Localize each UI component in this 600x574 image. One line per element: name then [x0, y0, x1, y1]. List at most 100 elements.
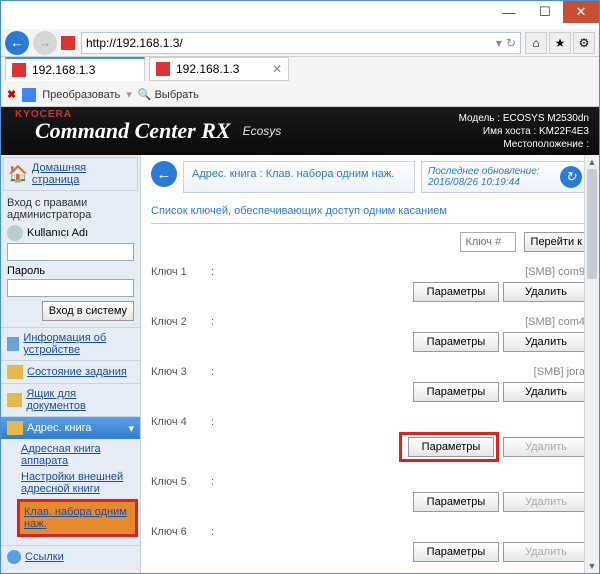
key-label: Ключ 5 — [151, 476, 211, 488]
user-icon — [7, 225, 23, 241]
page-header: KYOCERA Command Center RX Ecosys Модель … — [1, 107, 599, 155]
sidebar-item-label: Информация об устройстве — [23, 332, 134, 356]
sidebar-item-links[interactable]: Ссылки — [1, 545, 140, 568]
login-button[interactable]: Вход в систему — [42, 301, 134, 321]
sidebar-item-doc-box[interactable]: Ящик для документов — [1, 383, 140, 416]
key-action-row: ПараметрыУдалить — [151, 280, 589, 312]
browser-forward-button[interactable]: → — [33, 31, 57, 55]
subnav-onetouch-highlight: Клав. набора одним наж. — [17, 499, 138, 537]
window-close-button[interactable]: ✕ — [563, 1, 599, 23]
params-button[interactable]: Параметры — [413, 542, 499, 562]
tab-close-icon[interactable]: ✕ — [272, 62, 282, 76]
list-title: Список ключей, обеспечивающих доступ одн… — [151, 201, 589, 224]
key-value: [SMB] com9 — [221, 266, 589, 278]
key-value: [SMB] com4 — [221, 316, 589, 328]
subnav-onetouch-keys[interactable]: Клав. набора одним наж. — [24, 504, 131, 532]
password-input[interactable] — [7, 279, 134, 297]
password-label: Пароль — [7, 265, 45, 277]
key-label: Ключ 2 — [151, 316, 211, 328]
toolbar-select-link[interactable]: 🔍 Выбрать — [138, 88, 199, 101]
address-bar-text: http://192.168.1.3/ — [86, 36, 183, 50]
sidebar-item-label: Ящик для документов — [26, 388, 134, 412]
browser-home-button[interactable]: ⌂ — [525, 32, 547, 54]
goto-row: Перейти к — [151, 232, 589, 252]
delete-button[interactable]: Удалить — [503, 282, 589, 302]
address-bar[interactable]: http://192.168.1.3/ ▾ ↻ — [81, 32, 521, 54]
device-info-icon — [7, 337, 19, 351]
subnav-machine-addrbook[interactable]: Адресная книга аппарата — [21, 441, 134, 469]
key-value: [SMB] jora — [221, 366, 589, 378]
browser-toolbar: ✖ Преобразовать ▾ 🔍 Выбрать — [1, 83, 599, 107]
key-number-input[interactable] — [460, 232, 516, 252]
toolbar-stop-icon[interactable]: ✖ — [7, 88, 16, 101]
params-button[interactable]: Параметры — [413, 282, 499, 302]
device-info: Модель : ECOSYS M2530dn Имя хоста : KM22… — [459, 112, 589, 151]
main-scrollbar[interactable]: ▲ ▼ — [584, 155, 599, 573]
params-button[interactable]: Параметры — [408, 437, 494, 457]
key-row: Ключ 3:[SMB] jora — [151, 362, 589, 380]
sidebar: 🏠 Домашняя страница Вход с правами админ… — [1, 155, 141, 573]
browser-back-button[interactable]: ← — [5, 31, 29, 55]
page-back-button[interactable]: ← — [151, 161, 177, 187]
job-status-icon — [7, 365, 23, 379]
key-label: Ключ 1 — [151, 266, 211, 278]
window-minimize-button[interactable]: — — [491, 1, 527, 23]
params-button[interactable]: Параметры — [413, 492, 499, 512]
scroll-up-icon[interactable]: ▲ — [585, 155, 599, 169]
goto-button[interactable]: Перейти к — [524, 232, 589, 252]
browser-favorites-button[interactable]: ★ — [549, 32, 571, 54]
key-row: Ключ 2:[SMB] com4 — [151, 312, 589, 330]
sidebar-item-device-info[interactable]: Информация об устройстве — [1, 327, 140, 360]
subnav-external-addrbook[interactable]: Настройки внешней адресной книги — [21, 469, 134, 497]
home-icon: 🏠 — [8, 164, 28, 184]
key-label: Ключ 3 — [151, 366, 211, 378]
key-action-row: ПараметрыУдалить — [151, 540, 589, 572]
scroll-thumb[interactable] — [587, 169, 597, 279]
sidebar-login-form: Kullanıcı Adı Пароль Вход в систему — [1, 225, 140, 327]
browser-tab-secondary[interactable]: 192.168.1.3 ✕ — [149, 57, 289, 81]
username-input[interactable] — [7, 243, 134, 261]
key-action-row: ПараметрыУдалить — [151, 380, 589, 412]
delete-button[interactable]: Удалить — [503, 382, 589, 402]
address-refresh-icon[interactable]: ↻ — [506, 36, 516, 50]
scroll-down-icon[interactable]: ▼ — [585, 559, 599, 573]
refresh-button[interactable]: ↻ — [560, 166, 582, 188]
address-book-icon — [7, 421, 23, 435]
params-highlight: Параметры — [399, 432, 499, 462]
sidebar-item-job-status[interactable]: Состояние задания — [1, 360, 140, 383]
app-title-suffix: RX — [201, 118, 230, 143]
key-label: Ключ 6 — [151, 526, 211, 538]
sidebar-item-label: Состояние задания — [27, 366, 127, 378]
username-label: Kullanıcı Adı — [27, 227, 88, 239]
delete-button: Удалить — [503, 542, 589, 562]
ecosys-logo: Ecosys — [243, 124, 282, 138]
key-row: Ключ 5: — [151, 472, 589, 490]
address-dropdown-icon[interactable]: ▾ — [496, 36, 502, 50]
sidebar-login-header: Вход с правами администратора — [1, 193, 140, 225]
window-maximize-button[interactable]: ☐ — [527, 1, 563, 23]
params-button[interactable]: Параметры — [413, 382, 499, 402]
sidebar-item-label: Ссылки — [25, 551, 64, 563]
sidebar-item-address-book[interactable]: Адрес. книга ▾ — [1, 416, 140, 439]
tab-favicon-icon — [156, 62, 170, 76]
key-action-row: ПараметрыУдалить — [151, 330, 589, 362]
breadcrumb-bar: ← Адрес. книга : Клав. набора одним наж.… — [151, 161, 589, 193]
key-row: Ключ 6: — [151, 522, 589, 540]
key-row: Ключ 4: — [151, 412, 589, 430]
browser-tools-button[interactable]: ⚙ — [573, 32, 595, 54]
delete-button[interactable]: Удалить — [503, 332, 589, 352]
browser-tab[interactable]: 192.168.1.3 — [5, 57, 145, 81]
brand-logo: KYOCERA — [15, 109, 72, 120]
last-refresh-time: 2016/08/26 10:19:44 — [428, 177, 540, 188]
browser-tab-row: 192.168.1.3 192.168.1.3 ✕ — [1, 57, 599, 83]
params-button[interactable]: Параметры — [413, 332, 499, 352]
toolbar-convert-link[interactable]: Преобразовать — [42, 89, 120, 101]
main-panel: ← Адрес. книга : Клав. набора одним наж.… — [141, 155, 599, 573]
toolbar-gtranslate-icon — [22, 88, 36, 102]
breadcrumb: Адрес. книга : Клав. набора одним наж. — [183, 161, 415, 193]
sidebar-item-label: Адрес. книга — [27, 422, 92, 434]
doc-box-icon — [7, 393, 22, 407]
last-refresh-box: Последнее обновление: 2016/08/26 10:19:4… — [421, 161, 589, 193]
key-list: Ключ 1:[SMB] com9ПараметрыУдалитьКлюч 2:… — [151, 262, 589, 572]
sidebar-home[interactable]: 🏠 Домашняя страница — [3, 157, 138, 191]
